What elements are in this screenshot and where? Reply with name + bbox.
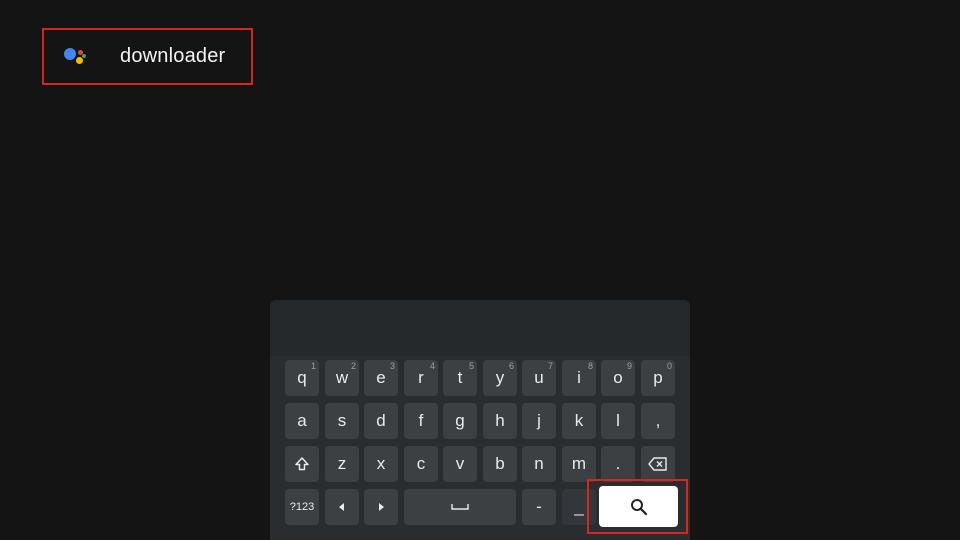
arrow-right-icon (379, 503, 384, 511)
backspace-key[interactable] (641, 446, 675, 482)
space-key[interactable] (404, 489, 516, 525)
space-icon (451, 504, 469, 510)
key-b[interactable]: b (483, 446, 517, 482)
key-j[interactable]: j (522, 403, 556, 439)
key-u[interactable]: u7 (522, 360, 556, 396)
search-query-text: downloader (120, 45, 226, 67)
key-w[interactable]: w2 (325, 360, 359, 396)
key-h[interactable]: h (483, 403, 517, 439)
key-p[interactable]: p0 (641, 360, 675, 396)
key-q[interactable]: q1 (285, 360, 319, 396)
google-assistant-icon (64, 45, 90, 71)
key-dash[interactable]: - (522, 489, 556, 525)
key-d[interactable]: d (364, 403, 398, 439)
search-icon (630, 498, 647, 515)
symbols-key[interactable]: ?123 (285, 489, 319, 525)
key-s[interactable]: s (325, 403, 359, 439)
key-y[interactable]: y6 (483, 360, 517, 396)
key-l[interactable]: l (601, 403, 635, 439)
key-g[interactable]: g (443, 403, 477, 439)
search-key-highlight (587, 479, 688, 534)
key-i[interactable]: i8 (562, 360, 596, 396)
key-r[interactable]: r4 (404, 360, 438, 396)
cursor-right-key[interactable] (364, 489, 398, 525)
suggestion-strip (270, 300, 690, 356)
key-x[interactable]: x (364, 446, 398, 482)
backspace-icon (648, 457, 667, 471)
key-e[interactable]: e3 (364, 360, 398, 396)
key-o[interactable]: o9 (601, 360, 635, 396)
key-v[interactable]: v (443, 446, 477, 482)
key-k[interactable]: k (562, 403, 596, 439)
voice-search-bar[interactable]: downloader (42, 28, 253, 85)
key-m[interactable]: m (562, 446, 596, 482)
key-period[interactable]: . (601, 446, 635, 482)
search-key[interactable] (599, 486, 678, 527)
key-a[interactable]: a (285, 403, 319, 439)
cursor-left-key[interactable] (325, 489, 359, 525)
on-screen-keyboard: q1 w2 e3 r4 t5 y6 u7 i8 o9 p0 a s d f g … (270, 300, 690, 540)
key-c[interactable]: c (404, 446, 438, 482)
key-f[interactable]: f (404, 403, 438, 439)
key-z[interactable]: z (325, 446, 359, 482)
key-t[interactable]: t5 (443, 360, 477, 396)
shift-key[interactable] (285, 446, 319, 482)
arrow-left-icon (339, 503, 344, 511)
shift-icon (295, 457, 309, 471)
key-comma[interactable]: , (641, 403, 675, 439)
key-n[interactable]: n (522, 446, 556, 482)
